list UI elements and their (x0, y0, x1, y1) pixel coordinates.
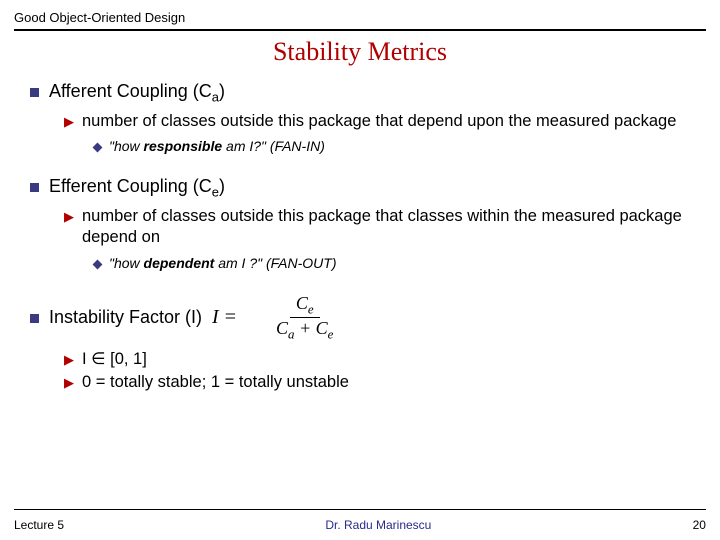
triangle-bullet-icon: ▶ (64, 352, 74, 369)
bullet-instability: Instability Factor (I) I = Ce Ca + Ce ▶ … (30, 293, 690, 394)
bullet-efferent: Efferent Coupling (Ce) ▶ number of class… (30, 176, 690, 270)
equals-sign: = (225, 306, 236, 329)
note-bold: dependent (144, 255, 215, 271)
note-text: "how dependent am I ?" (FAN-OUT) (109, 255, 336, 271)
note-post: am I ?" (FAN-OUT) (214, 255, 336, 271)
footer-rule (14, 509, 706, 510)
note-bold: responsible (144, 138, 223, 154)
diamond-bullet-icon (93, 259, 103, 269)
sub-text: I ∈ [0, 1] (82, 349, 147, 370)
square-bullet-icon (30, 88, 39, 97)
slide-footer: Lecture 5 Dr. Radu Marinescu 20 (14, 518, 706, 532)
note-post: am I?" (FAN-IN) (222, 138, 325, 154)
heading-sub: a (212, 90, 219, 105)
heading-text: Instability Factor (I) (49, 307, 202, 328)
formula-lhs: I (212, 306, 219, 329)
heading-pre: Afferent Coupling (C (49, 81, 212, 101)
footer-left: Lecture 5 (14, 518, 64, 532)
footer-page-number: 20 (693, 518, 706, 532)
diamond-bullet-icon (93, 143, 103, 153)
slide-title: Stability Metrics (0, 37, 720, 67)
heading-post: ) (219, 81, 225, 101)
bullet-afferent: Afferent Coupling (Ca) ▶ number of class… (30, 81, 690, 154)
heading-text: Afferent Coupling (Ca) (49, 81, 225, 105)
sub-text: number of classes outside this package t… (82, 111, 676, 132)
note-pre: "how (109, 138, 144, 154)
sub-text: number of classes outside this package t… (82, 206, 690, 249)
sub-text: 0 = totally stable; 1 = totally unstable (82, 372, 349, 393)
triangle-bullet-icon: ▶ (64, 114, 74, 131)
heading-sub: e (212, 185, 219, 200)
formula-denominator: Ca + Ce (270, 318, 339, 343)
note-pre: "how (109, 255, 144, 271)
square-bullet-icon (30, 314, 39, 323)
slide-content: Afferent Coupling (Ca) ▶ number of class… (0, 81, 720, 394)
formula-numerator: Ce (290, 293, 320, 319)
course-header: Good Object-Oriented Design (0, 0, 720, 27)
footer-center: Dr. Radu Marinescu (325, 518, 431, 532)
header-rule (14, 29, 706, 31)
instability-formula: I = Ce Ca + Ce (212, 293, 339, 343)
note-text: "how responsible am I?" (FAN-IN) (109, 138, 325, 154)
heading-text: Efferent Coupling (Ce) (49, 176, 225, 200)
heading-pre: Efferent Coupling (C (49, 176, 212, 196)
triangle-bullet-icon: ▶ (64, 209, 74, 226)
heading-post: ) (219, 176, 225, 196)
triangle-bullet-icon: ▶ (64, 375, 74, 392)
square-bullet-icon (30, 183, 39, 192)
